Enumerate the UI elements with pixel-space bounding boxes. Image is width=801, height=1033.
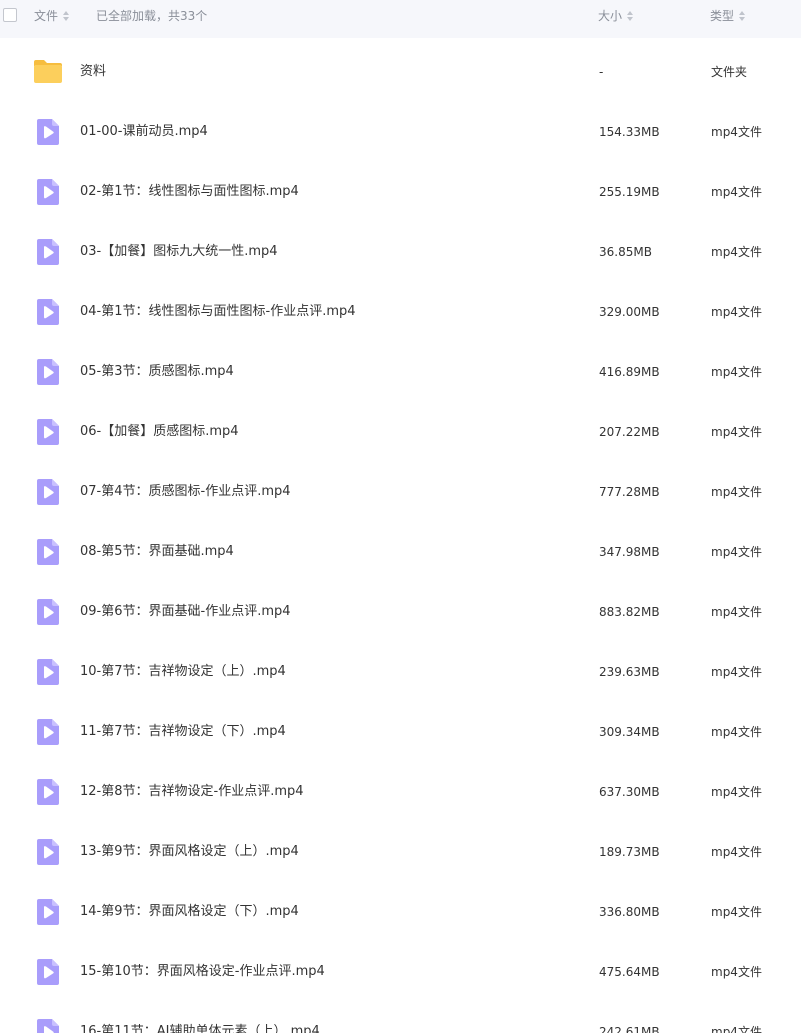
- file-row[interactable]: 12-第8节：吉祥物设定-作业点评.mp4 637.30MB mp4文件: [0, 758, 801, 818]
- video-file-icon: [33, 177, 63, 207]
- video-file-icon: [33, 657, 63, 687]
- video-file-icon: [33, 837, 63, 867]
- file-name[interactable]: 资料: [80, 38, 106, 98]
- file-row[interactable]: 01-00-课前动员.mp4 154.33MB mp4文件: [0, 98, 801, 158]
- folder-row[interactable]: 资料 - 文件夹: [0, 38, 801, 98]
- size-column-label: 大小: [598, 9, 623, 23]
- file-size: 329.00MB: [599, 305, 660, 319]
- file-row[interactable]: 15-第10节：界面风格设定-作业点评.mp4 475.64MB mp4文件: [0, 938, 801, 998]
- file-name[interactable]: 11-第7节：吉祥物设定（下）.mp4: [80, 698, 286, 758]
- file-name[interactable]: 14-第9节：界面风格设定（下）.mp4: [80, 878, 299, 938]
- file-size: 883.82MB: [599, 605, 660, 619]
- file-size: 416.89MB: [599, 365, 660, 379]
- file-size: 637.30MB: [599, 785, 660, 799]
- video-file-icon: [33, 597, 63, 627]
- folder-icon: [33, 57, 63, 87]
- file-type: mp4文件: [711, 485, 762, 499]
- file-row[interactable]: 14-第9节：界面风格设定（下）.mp4 336.80MB mp4文件: [0, 878, 801, 938]
- file-size: -: [599, 65, 604, 79]
- file-name[interactable]: 16-第11节：AI辅助单体元素（上）.mp4: [80, 998, 320, 1033]
- file-list: 资料 - 文件夹 01-00-课前动员.mp4 154.33MB mp4文件 02-第1节：…: [0, 38, 801, 1033]
- file-row[interactable]: 02-第1节：线性图标与面性图标.mp4 255.19MB mp4文件: [0, 158, 801, 218]
- file-type: 文件夹: [711, 65, 748, 79]
- file-type: mp4文件: [711, 125, 762, 139]
- video-file-icon: [33, 297, 63, 327]
- file-row[interactable]: 10-第7节：吉祥物设定（上）.mp4 239.63MB mp4文件: [0, 638, 801, 698]
- file-name[interactable]: 13-第9节：界面风格设定（上）.mp4: [80, 818, 299, 878]
- file-size: 336.80MB: [599, 905, 660, 919]
- file-type: mp4文件: [711, 665, 762, 679]
- file-size: 309.34MB: [599, 725, 660, 739]
- file-size: 36.85MB: [599, 245, 652, 259]
- file-type: mp4文件: [711, 905, 762, 919]
- size-column-header[interactable]: 大小: [598, 0, 634, 32]
- video-file-icon: [33, 417, 63, 447]
- video-file-icon: [33, 537, 63, 567]
- file-size: 777.28MB: [599, 485, 660, 499]
- sort-icon: [739, 11, 746, 21]
- file-name[interactable]: 01-00-课前动员.mp4: [80, 98, 208, 158]
- file-row[interactable]: 13-第9节：界面风格设定（上）.mp4 189.73MB mp4文件: [0, 818, 801, 878]
- file-name[interactable]: 04-第1节：线性图标与面性图标-作业点评.mp4: [80, 278, 356, 338]
- file-name[interactable]: 05-第3节：质感图标.mp4: [80, 338, 234, 398]
- file-size: 189.73MB: [599, 845, 660, 859]
- file-row[interactable]: 05-第3节：质感图标.mp4 416.89MB mp4文件: [0, 338, 801, 398]
- video-file-icon: [33, 1017, 63, 1033]
- file-row[interactable]: 09-第6节：界面基础-作业点评.mp4 883.82MB mp4文件: [0, 578, 801, 638]
- file-type: mp4文件: [711, 725, 762, 739]
- video-file-icon: [33, 957, 63, 987]
- file-row[interactable]: 08-第5节：界面基础.mp4 347.98MB mp4文件: [0, 518, 801, 578]
- file-type: mp4文件: [711, 845, 762, 859]
- file-column-label: 文件: [34, 9, 59, 23]
- file-size: 242.61MB: [599, 1025, 660, 1033]
- file-type: mp4文件: [711, 365, 762, 379]
- file-name[interactable]: 15-第10节：界面风格设定-作业点评.mp4: [80, 938, 325, 998]
- file-size: 347.98MB: [599, 545, 660, 559]
- file-type: mp4文件: [711, 1025, 762, 1033]
- file-row[interactable]: 07-第4节：质感图标-作业点评.mp4 777.28MB mp4文件: [0, 458, 801, 518]
- file-row[interactable]: 04-第1节：线性图标与面性图标-作业点评.mp4 329.00MB mp4文件: [0, 278, 801, 338]
- file-type: mp4文件: [711, 965, 762, 979]
- loaded-count-text: 已全部加载，共33个: [96, 9, 208, 23]
- type-column-header[interactable]: 类型: [710, 0, 746, 32]
- sort-icon: [63, 11, 70, 21]
- file-name[interactable]: 07-第4节：质感图标-作业点评.mp4: [80, 458, 291, 518]
- file-size: 207.22MB: [599, 425, 660, 439]
- file-size: 154.33MB: [599, 125, 660, 139]
- file-size: 255.19MB: [599, 185, 660, 199]
- video-file-icon: [33, 777, 63, 807]
- sort-icon: [627, 11, 634, 21]
- file-name[interactable]: 02-第1节：线性图标与面性图标.mp4: [80, 158, 299, 218]
- video-file-icon: [33, 117, 63, 147]
- select-all-checkbox[interactable]: [3, 8, 17, 22]
- file-type: mp4文件: [711, 425, 762, 439]
- file-type: mp4文件: [711, 185, 762, 199]
- file-name[interactable]: 10-第7节：吉祥物设定（上）.mp4: [80, 638, 286, 698]
- file-type: mp4文件: [711, 785, 762, 799]
- file-column-header[interactable]: 文件: [34, 0, 70, 32]
- file-type: mp4文件: [711, 305, 762, 319]
- file-name[interactable]: 09-第6节：界面基础-作业点评.mp4: [80, 578, 291, 638]
- video-file-icon: [33, 357, 63, 387]
- file-name[interactable]: 06-【加餐】质感图标.mp4: [80, 398, 239, 458]
- file-list-header: 文件 已全部加载，共33个 大小 类型: [0, 0, 801, 38]
- file-row[interactable]: 06-【加餐】质感图标.mp4 207.22MB mp4文件: [0, 398, 801, 458]
- file-row[interactable]: 03-【加餐】图标九大统一性.mp4 36.85MB mp4文件: [0, 218, 801, 278]
- video-file-icon: [33, 477, 63, 507]
- file-name[interactable]: 12-第8节：吉祥物设定-作业点评.mp4: [80, 758, 304, 818]
- file-size: 239.63MB: [599, 665, 660, 679]
- video-file-icon: [33, 237, 63, 267]
- file-name[interactable]: 08-第5节：界面基础.mp4: [80, 518, 234, 578]
- file-type: mp4文件: [711, 605, 762, 619]
- file-type: mp4文件: [711, 545, 762, 559]
- video-file-icon: [33, 717, 63, 747]
- file-size: 475.64MB: [599, 965, 660, 979]
- type-column-label: 类型: [710, 9, 735, 23]
- file-type: mp4文件: [711, 245, 762, 259]
- file-row[interactable]: 11-第7节：吉祥物设定（下）.mp4 309.34MB mp4文件: [0, 698, 801, 758]
- video-file-icon: [33, 897, 63, 927]
- file-row[interactable]: 16-第11节：AI辅助单体元素（上）.mp4 242.61MB mp4文件: [0, 998, 801, 1033]
- file-name[interactable]: 03-【加餐】图标九大统一性.mp4: [80, 218, 278, 278]
